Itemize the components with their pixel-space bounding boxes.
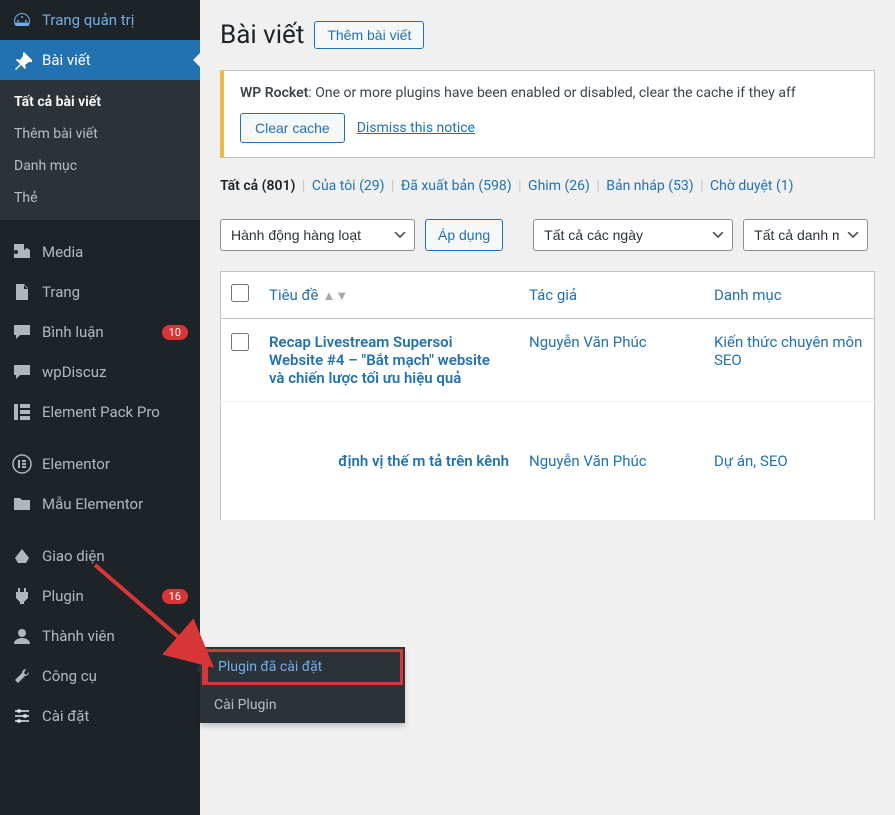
sidebar-item-media[interactable]: Media [0,232,200,272]
clear-cache-button[interactable]: Clear cache [240,113,345,143]
notice-text: WP Rocket: One or more plugins have been… [240,85,858,101]
flyout-add-plugin[interactable]: Cài Plugin [200,687,405,723]
notice-actions: Clear cache Dismiss this notice [240,113,858,143]
add-new-button[interactable]: Thêm bài viết [314,21,424,49]
settings-icon [12,706,32,726]
elementor-icon [12,454,32,474]
sidebar-item-elementpack[interactable]: Element Pack Pro [0,392,200,432]
submenu-add-post[interactable]: Thêm bài viết [0,118,200,150]
users-icon [12,626,32,646]
plugin-icon [12,586,32,606]
folder-icon [12,494,32,514]
sidebar-item-wpdiscuz[interactable]: wpDiscuz [0,352,200,392]
sidebar-item-tools[interactable]: Công cụ [0,656,200,696]
apply-button[interactable]: Áp dụng [425,219,503,251]
sidebar-label: Bài viết [42,51,188,69]
dismiss-notice-link[interactable]: Dismiss this notice [357,120,475,136]
submenu-all-posts[interactable]: Tất cả bài viết [0,86,200,118]
filter-pending[interactable]: Chờ duyệt (1) [710,178,793,194]
media-icon [12,242,32,262]
sidebar-label: Bình luận [42,323,157,341]
bulk-action-select[interactable]: Hành động hàng loạt [220,219,415,251]
submenu-tags[interactable]: Thẻ [0,182,200,214]
wpdiscuz-icon [12,362,32,382]
submenu-categories[interactable]: Danh mục [0,150,200,182]
pin-icon [12,50,32,70]
table-controls: Hành động hàng loạt Áp dụng Tất cả các n… [220,219,875,251]
sidebar-item-elementor-templates[interactable]: Mẫu Elementor [0,484,200,524]
post-title-link[interactable]: định vị thế m tả trên kênh [338,452,509,470]
date-filter-select[interactable]: Tất cả các ngày [533,219,733,251]
category-link[interactable]: Kiến thức chuyên môn SEO [714,333,862,369]
sidebar-item-plugins[interactable]: Plugin 16 [0,576,200,616]
posts-table: Tiêu đề▲▼ Tác giả Danh mục Recap Livestr… [220,271,875,521]
title-header[interactable]: Tiêu đề▲▼ [259,272,519,319]
sidebar-label: Element Pack Pro [42,403,188,421]
plugins-flyout-menu: Plugin đã cài đặt Cài Plugin [200,647,405,723]
admin-sidebar: Trang quản trị Bài viết Tất cả bài viết … [0,0,200,815]
wp-rocket-notice: WP Rocket: One or more plugins have been… [220,70,875,158]
sidebar-label: Elementor [42,455,188,473]
posts-submenu: Tất cả bài viết Thêm bài viết Danh mục T… [0,80,200,220]
flyout-installed-plugins[interactable]: Plugin đã cài đặt [202,649,403,685]
elementpack-icon [12,402,32,422]
tools-icon [12,666,32,686]
sidebar-label: Giao diện [42,547,188,565]
page-header: Bài viết Thêm bài viết [220,20,875,50]
sidebar-item-elementor[interactable]: Elementor [0,444,200,484]
sidebar-label: Trang quản trị [42,11,188,29]
author-link[interactable]: Nguyễn Văn Phúc [529,333,647,351]
select-all-header [221,272,260,319]
filter-sticky[interactable]: Ghim (26) [528,178,590,194]
comment-icon [12,322,32,342]
sidebar-label: Thành viên [42,627,188,645]
sidebar-label: Mẫu Elementor [42,495,188,513]
sidebar-item-appearance[interactable]: Giao diện [0,536,200,576]
sidebar-label: Trang [42,283,188,301]
dashboard-icon [12,10,32,30]
table-row: Recap Livestream Supersoi Website #4 – "… [221,319,875,402]
sort-icon: ▲▼ [322,289,348,304]
plugins-badge: 16 [162,589,188,604]
sidebar-item-users[interactable]: Thành viên [0,616,200,656]
sidebar-label: Cài đặt [42,707,188,725]
sidebar-item-dashboard[interactable]: Trang quản trị [0,0,200,40]
sidebar-item-pages[interactable]: Trang [0,272,200,312]
filter-mine[interactable]: Của tôi (29) [312,178,385,194]
filter-draft[interactable]: Bản nháp (53) [606,178,693,194]
page-icon [12,282,32,302]
author-header[interactable]: Tác giả [519,272,704,319]
categories-header[interactable]: Danh mục [704,272,875,319]
filter-published[interactable]: Đã xuất bản (598) [401,178,512,194]
sidebar-label: Plugin [42,587,157,605]
sidebar-item-comments[interactable]: Bình luận 10 [0,312,200,352]
sidebar-label: Công cụ [42,667,188,685]
comments-badge: 10 [162,325,188,340]
table-row: định vị thế m tả trên kênh Nguyễn Văn Ph… [221,402,875,521]
appearance-icon [12,546,32,566]
sidebar-label: Media [42,243,188,261]
post-status-filters: Tất cả (801) | Của tôi (29) | Đã xuất bả… [220,178,875,194]
category-filter-select[interactable]: Tất cả danh m [743,219,868,251]
post-title-link[interactable]: Recap Livestream Supersoi Website #4 – "… [269,333,490,387]
sidebar-item-settings[interactable]: Cài đặt [0,696,200,736]
filter-all[interactable]: Tất cả (801) [220,178,295,194]
sidebar-label: wpDiscuz [42,363,188,381]
page-title: Bài viết [220,20,304,50]
author-link[interactable]: Nguyễn Văn Phúc [529,452,647,470]
category-link[interactable]: Dự án, SEO [714,452,788,470]
sidebar-item-posts[interactable]: Bài viết [0,40,200,80]
select-all-checkbox[interactable] [231,284,249,302]
row-checkbox[interactable] [231,333,249,351]
